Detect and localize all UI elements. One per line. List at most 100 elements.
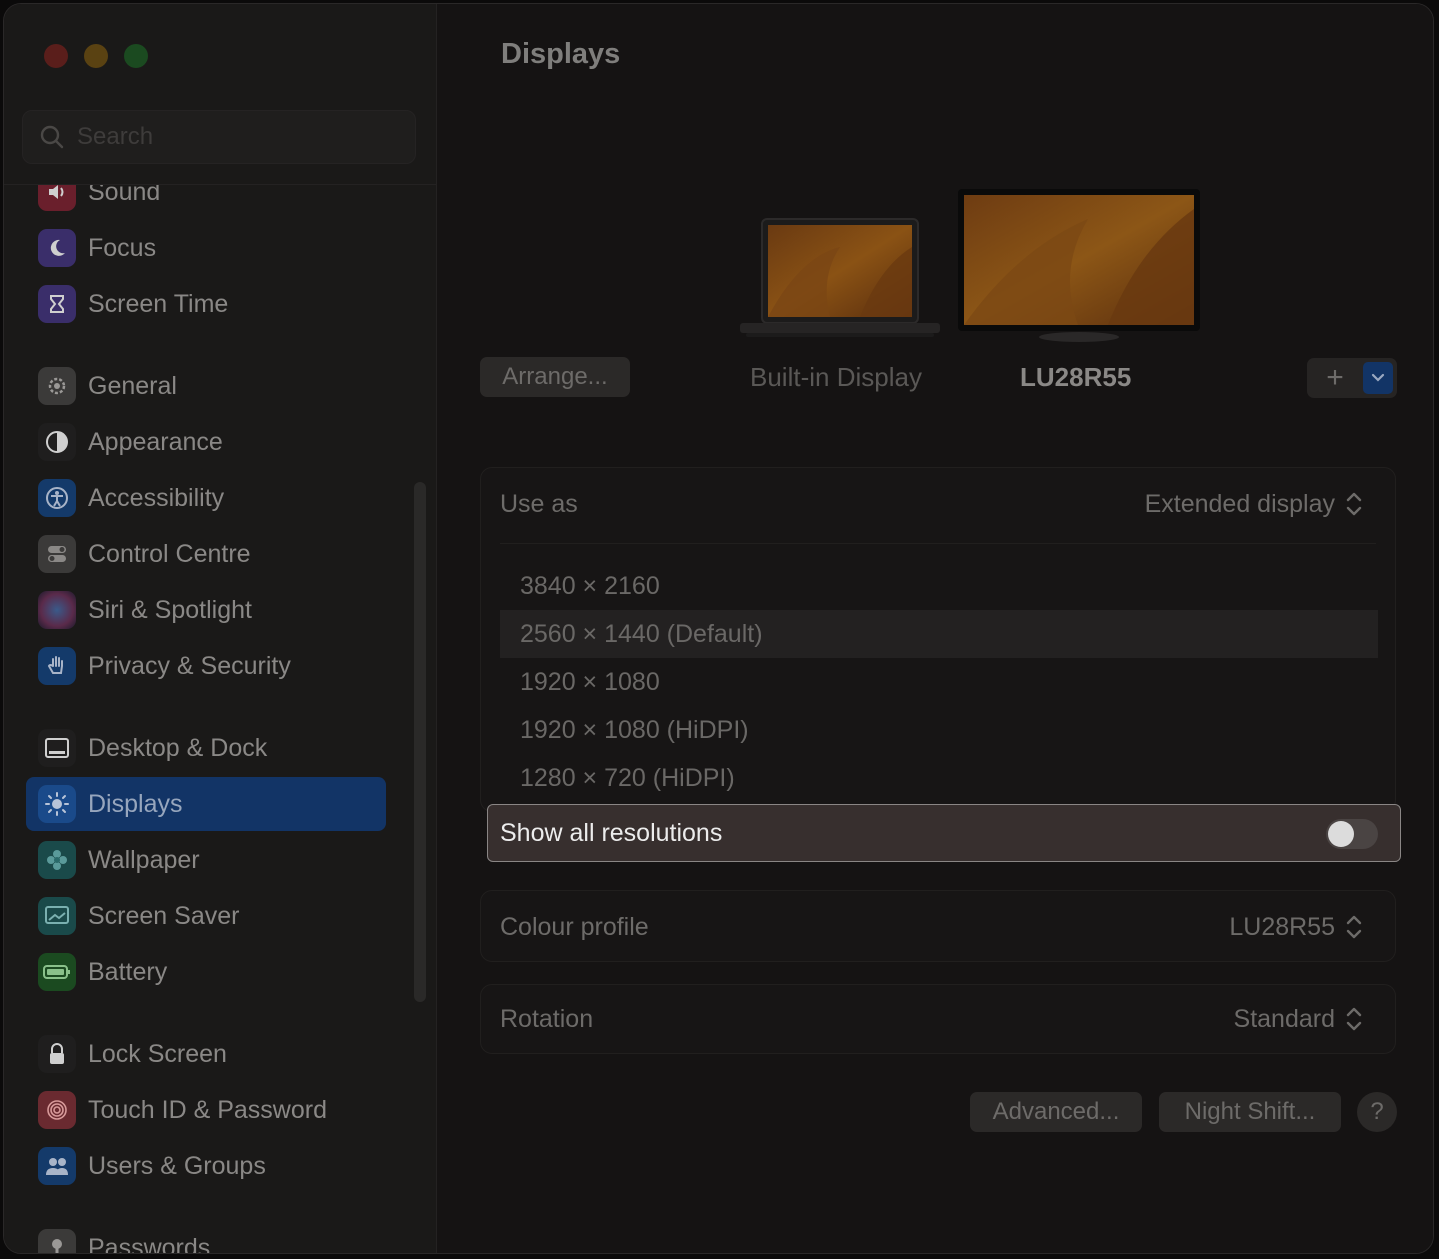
siri-icon xyxy=(38,591,76,629)
show-all-resolutions-row: Show all resolutions xyxy=(487,804,1401,862)
divider xyxy=(500,543,1376,544)
zoom-button[interactable] xyxy=(124,44,148,68)
show-all-resolutions-label: Show all resolutions xyxy=(500,819,723,847)
rotation-label: Rotation xyxy=(500,1005,594,1033)
resolution-option[interactable]: 1920 × 1080 xyxy=(500,658,1378,706)
settings-window: Sound Focus Screen Time General xyxy=(3,3,1434,1254)
fingerprint-icon xyxy=(38,1091,76,1129)
sidebar-item-label: Touch ID & Password xyxy=(88,1095,327,1124)
sidebar-item-label: Wallpaper xyxy=(88,845,200,874)
search-field[interactable] xyxy=(22,110,416,164)
sidebar-item-wallpaper[interactable]: Wallpaper xyxy=(26,833,386,887)
sidebar-item-screen-saver[interactable]: Screen Saver xyxy=(26,889,386,943)
key-icon xyxy=(38,1229,76,1253)
sidebar-item-label: Privacy & Security xyxy=(88,651,291,680)
sidebar-item-label: Displays xyxy=(88,789,183,818)
external-display-label[interactable]: LU28R55 xyxy=(1020,362,1131,393)
up-down-stepper-icon[interactable] xyxy=(1343,488,1365,520)
sidebar-item-label: Lock Screen xyxy=(88,1039,227,1068)
sidebar-item-label: Focus xyxy=(88,233,157,262)
chevron-down-icon xyxy=(1371,373,1385,382)
search-input[interactable] xyxy=(75,122,379,152)
toggles-icon xyxy=(38,535,76,573)
built-in-display-thumbnail[interactable] xyxy=(740,217,940,339)
resolution-option[interactable]: 1280 × 720 (HiDPI) xyxy=(500,754,1378,802)
show-all-resolutions-toggle[interactable] xyxy=(1326,819,1378,849)
sidebar-item-focus[interactable]: Focus xyxy=(26,221,386,275)
hourglass-icon xyxy=(38,285,76,323)
sidebar-item-appearance[interactable]: Appearance xyxy=(26,415,386,469)
up-down-stepper-icon[interactable] xyxy=(1343,1003,1365,1035)
sidebar-item-displays[interactable]: Displays xyxy=(26,777,386,831)
sidebar-item-label: Screen Saver xyxy=(88,901,240,930)
display-settings-panel: Use as Extended display 3840 × 2160 2560… xyxy=(480,467,1396,812)
appearance-icon xyxy=(38,423,76,461)
sidebar-item-label: Users & Groups xyxy=(88,1151,266,1180)
sidebar-item-label: Sound xyxy=(88,185,161,206)
sidebar-scrollbar[interactable] xyxy=(414,482,426,1002)
resolution-option[interactable]: 1920 × 1080 (HiDPI) xyxy=(500,706,1378,754)
sidebar-item-accessibility[interactable]: Accessibility xyxy=(26,471,386,525)
colour-profile-value[interactable]: LU28R55 xyxy=(1229,913,1335,942)
colour-profile-panel: Colour profile LU28R55 xyxy=(480,890,1396,962)
lock-icon xyxy=(38,1035,76,1073)
window-controls xyxy=(44,44,148,68)
arrange-button[interactable]: Arrange... xyxy=(480,357,630,397)
sidebar-list: Sound Focus Screen Time General Appearan… xyxy=(4,185,436,1253)
gear-icon xyxy=(38,367,76,405)
sidebar-item-passwords[interactable]: Passwords xyxy=(26,1221,386,1253)
sidebar-item-label: Appearance xyxy=(88,427,223,456)
battery-icon xyxy=(38,953,76,991)
flower-icon xyxy=(38,841,76,879)
night-shift-button[interactable]: Night Shift... xyxy=(1159,1092,1341,1132)
add-display-button[interactable]: + xyxy=(1307,358,1363,398)
sidebar-item-label: Siri & Spotlight xyxy=(88,595,252,624)
up-down-stepper-icon[interactable] xyxy=(1343,911,1365,943)
sidebar-item-users-groups[interactable]: Users & Groups xyxy=(26,1139,386,1193)
users-icon xyxy=(38,1147,76,1185)
main-pane: Displays Arrange... Built-in Display LU2… xyxy=(437,4,1433,1253)
sidebar-item-sound[interactable]: Sound xyxy=(26,185,386,219)
moon-icon xyxy=(38,229,76,267)
rotation-value[interactable]: Standard xyxy=(1234,1005,1335,1034)
search-icon xyxy=(40,125,64,149)
sidebar-item-battery[interactable]: Battery xyxy=(26,945,386,999)
sidebar-item-control-centre[interactable]: Control Centre xyxy=(26,527,386,581)
use-as-label: Use as xyxy=(500,490,578,518)
add-display-control: + xyxy=(1307,358,1397,398)
advanced-button[interactable]: Advanced... xyxy=(970,1092,1142,1132)
sidebar-item-siri-spotlight[interactable]: Siri & Spotlight xyxy=(26,583,386,637)
resolution-option-selected[interactable]: 2560 × 1440 (Default) xyxy=(500,610,1378,658)
sidebar-item-desktop-dock[interactable]: Desktop & Dock xyxy=(26,721,386,775)
use-as-value[interactable]: Extended display xyxy=(1145,490,1335,519)
built-in-display-label[interactable]: Built-in Display xyxy=(750,362,922,393)
page-title: Displays xyxy=(501,38,621,70)
sidebar-item-label: General xyxy=(88,371,177,400)
sidebar-item-touch-id[interactable]: Touch ID & Password xyxy=(26,1083,386,1137)
sidebar-item-label: Accessibility xyxy=(88,483,225,512)
add-display-menu-button[interactable] xyxy=(1363,362,1393,394)
minimize-button[interactable] xyxy=(84,44,108,68)
sidebar-item-label: Control Centre xyxy=(88,539,251,568)
colour-profile-label: Colour profile xyxy=(500,913,649,941)
dock-icon xyxy=(38,729,76,767)
sidebar-item-label: Desktop & Dock xyxy=(88,733,268,762)
resolution-option[interactable]: 3840 × 2160 xyxy=(500,562,1378,610)
sidebar-item-lock-screen[interactable]: Lock Screen xyxy=(26,1027,386,1081)
sidebar-item-label: Screen Time xyxy=(88,289,229,318)
rotation-panel: Rotation Standard xyxy=(480,984,1396,1054)
sidebar-item-screen-time[interactable]: Screen Time xyxy=(26,277,386,331)
screensaver-icon xyxy=(38,897,76,935)
sun-icon xyxy=(38,785,76,823)
sidebar: Sound Focus Screen Time General xyxy=(4,4,437,1253)
sidebar-item-general[interactable]: General xyxy=(26,359,386,413)
toggle-knob xyxy=(1328,821,1354,847)
external-display-thumbnail[interactable] xyxy=(958,189,1200,345)
help-button[interactable]: ? xyxy=(1357,1092,1397,1132)
sidebar-item-label: Battery xyxy=(88,957,168,986)
hand-icon xyxy=(38,647,76,685)
close-button[interactable] xyxy=(44,44,68,68)
speaker-icon xyxy=(38,185,76,211)
sidebar-item-privacy-security[interactable]: Privacy & Security xyxy=(26,639,386,693)
sidebar-item-label: Passwords xyxy=(88,1233,211,1254)
